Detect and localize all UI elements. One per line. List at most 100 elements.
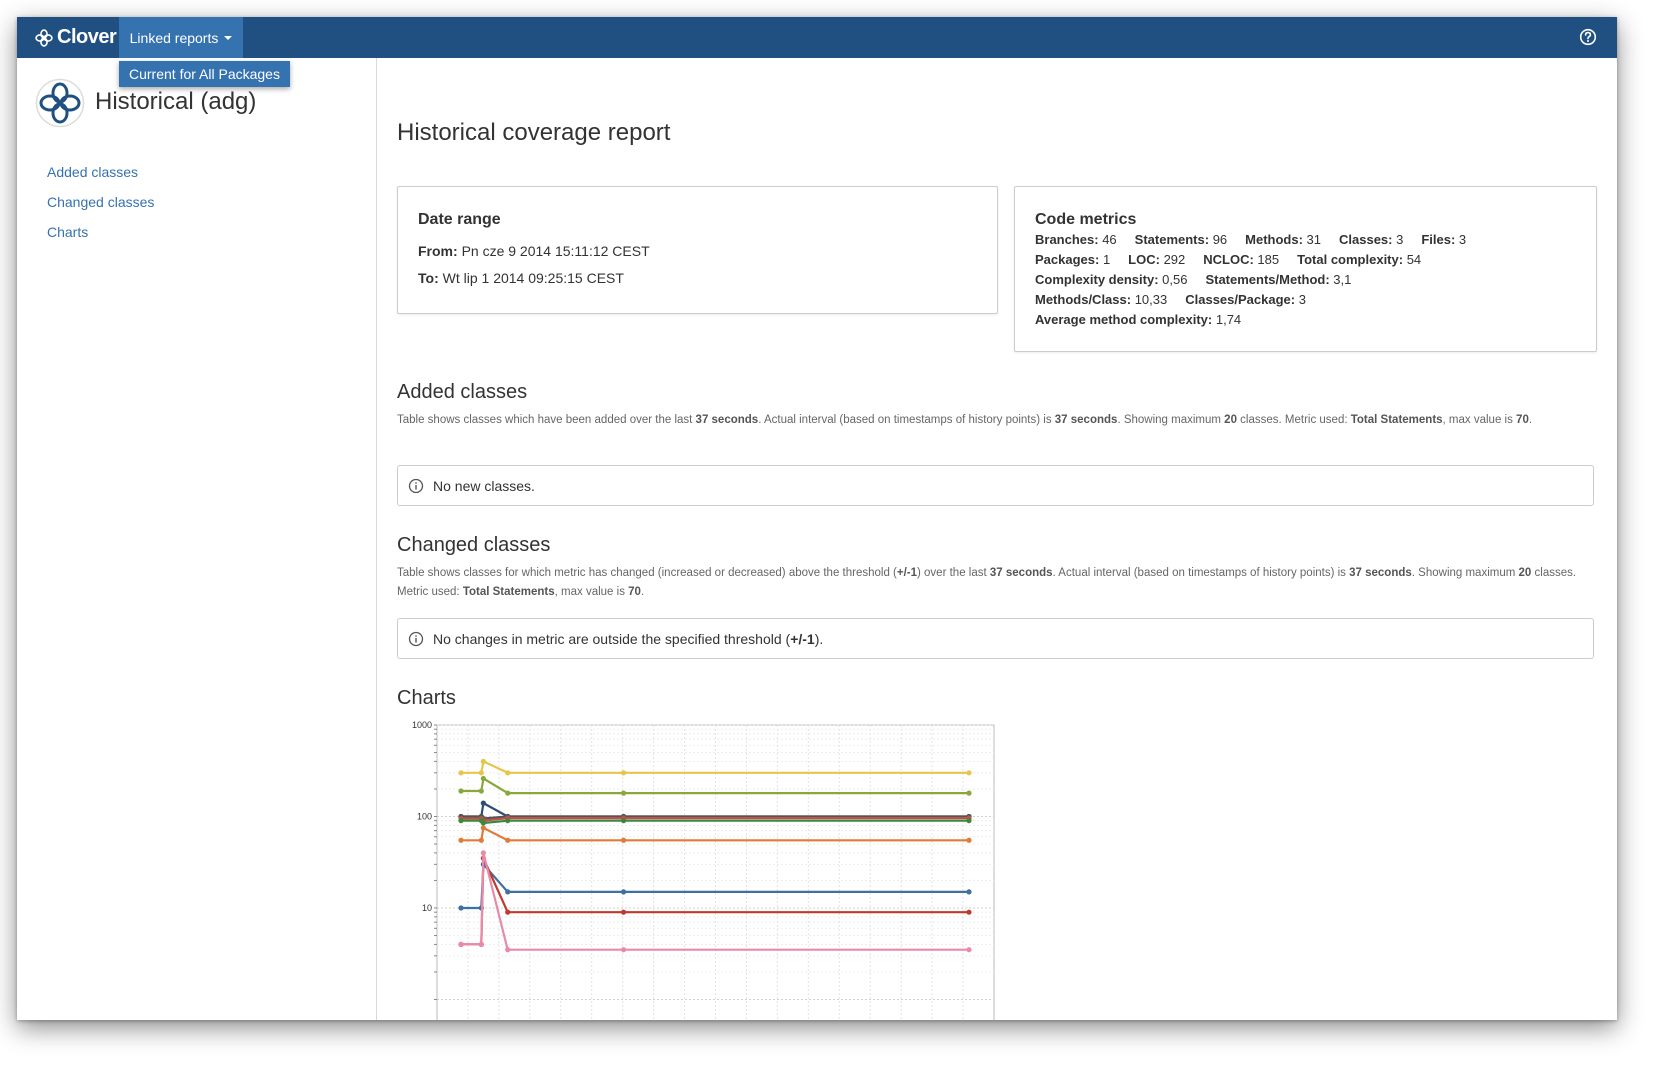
clover-logo-icon <box>35 78 85 128</box>
chart-point <box>480 820 486 826</box>
chart-point <box>480 825 486 831</box>
chart-point <box>505 837 511 843</box>
history-chart: 1000 100 10 <box>397 713 997 1020</box>
changed-desc-segment: ) over the last <box>917 567 990 579</box>
metric-value: 96 <box>1209 232 1228 247</box>
metric-value: 292 <box>1159 252 1186 267</box>
chart-point <box>620 909 627 915</box>
metric-label: LOC: <box>1128 252 1160 267</box>
metric-value: 1 <box>1099 252 1111 267</box>
added-desc-segment: Table shows classes which have been adde… <box>397 414 696 426</box>
changed-desc-segment: , max value is <box>554 586 629 598</box>
sidebar-link-added-classes[interactable]: Added classes <box>47 157 154 187</box>
metric-label: Average method complexity: <box>1035 312 1213 327</box>
added-desc-segment: . Showing maximum <box>1117 414 1225 426</box>
chart-point <box>620 947 627 953</box>
changed-desc-segment: 70 <box>628 586 641 598</box>
metric-value: 31 <box>1302 232 1322 247</box>
code-metrics-list: Branches: 46 Statements: 96 Methods: 31 Cla… <box>1035 230 1585 330</box>
chart-point <box>620 790 627 796</box>
date-to-value: Wt lip 1 2014 09:25:15 CEST <box>442 270 624 286</box>
date-range-panel: Date range From: Pn cze 9 2014 15:11:12 … <box>397 186 998 314</box>
chart-point <box>620 818 627 824</box>
code-metrics-panel: Code metrics Branches: 46 Statements: 96 M… <box>1014 186 1597 352</box>
added-desc-segment: . Actual interval (based on timestamps o… <box>758 414 1055 426</box>
metric-item: Methods/Class: 10,33 <box>1035 292 1167 307</box>
added-desc-segment: 37 seconds <box>695 414 759 426</box>
charts-heading: Charts <box>397 687 456 709</box>
added-desc-segment: Total Statements <box>1350 414 1443 426</box>
metric-value: 46 <box>1098 232 1117 247</box>
added-desc-segment: 70 <box>1516 414 1529 426</box>
chart-point <box>505 790 511 796</box>
added-desc-segment: classes. Metric used: <box>1236 414 1351 426</box>
changed-info-segment: No changes in metric are outside the spe… <box>433 630 791 647</box>
metric-item: Classes: 3 <box>1339 232 1403 247</box>
added-desc-segment: 37 seconds <box>1054 414 1118 426</box>
chart-point <box>478 837 484 843</box>
metric-value: 3 <box>1455 232 1467 247</box>
chart-point <box>458 905 464 911</box>
metric-value: 1,74 <box>1212 312 1242 327</box>
changed-desc-segment: +/-1 <box>896 567 918 579</box>
metric-label: Statements: <box>1134 232 1210 247</box>
chart-y-tick-label: 1000 <box>412 720 432 730</box>
metric-item: Classes/Package: 3 <box>1185 292 1306 307</box>
chart-point <box>458 818 464 824</box>
info-icon <box>408 631 424 646</box>
changed-classes-description: Table shows classes for which metric has… <box>397 564 1587 602</box>
sidebar-link-charts[interactable]: Charts <box>47 217 154 247</box>
changed-desc-segment: 37 seconds <box>989 567 1053 579</box>
info-icon <box>408 478 424 493</box>
metric-label: NCLOC: <box>1203 252 1254 267</box>
chart-point <box>480 775 486 782</box>
metric-value: 3,1 <box>1329 272 1352 287</box>
metric-item: Packages: 1 <box>1035 252 1110 267</box>
date-from-label: From: <box>418 243 458 259</box>
chart-point <box>478 941 484 948</box>
clover-logo-icon <box>35 28 53 47</box>
metric-item: LOC: 292 <box>1128 252 1185 267</box>
clover-brand[interactable]: Clover <box>35 17 117 58</box>
changed-desc-segment: Table shows classes for which metric has… <box>397 567 897 579</box>
help-icon[interactable] <box>1579 28 1597 46</box>
chart-point <box>966 947 972 953</box>
metrics-row: Methods/Class: 10,33 Classes/Package: 3 <box>1035 290 1585 310</box>
linked-reports-button[interactable]: Linked reports <box>119 17 243 58</box>
changed-desc-segment: 37 seconds <box>1349 567 1412 579</box>
changed-classes-info: No changes in metric are outside the spe… <box>397 618 1594 659</box>
metric-label: Methods/Class: <box>1035 292 1132 307</box>
code-metrics-title: Code metrics <box>1035 211 1137 228</box>
chart-point <box>966 909 972 915</box>
top-navbar: Clover Linked reports <box>17 17 1617 58</box>
added-classes-info: No new classes. <box>397 465 1594 506</box>
chart-point <box>480 758 486 765</box>
changed-desc-segment: . Showing maximum <box>1411 567 1519 579</box>
added-desc-segment: , max value is <box>1442 414 1517 426</box>
changed-desc-segment: 20 <box>1518 567 1532 579</box>
metric-item: Branches: 46 <box>1035 232 1117 247</box>
page-title: Historical coverage report <box>397 119 671 146</box>
sidebar-link-changed-classes[interactable]: Changed classes <box>47 187 154 217</box>
chart-point <box>458 941 464 948</box>
sidebar-title: Historical (adg) <box>95 88 257 115</box>
changed-classes-heading: Changed classes <box>397 534 551 556</box>
metric-label: Files: <box>1421 232 1456 247</box>
metrics-row: Branches: 46 Statements: 96 Methods: 31 Cla… <box>1035 230 1585 250</box>
chart-point <box>620 770 627 776</box>
sidebar: Historical (adg) Added classes Changed c… <box>17 58 377 1020</box>
metric-item: Complexity density: 0,56 <box>1035 272 1187 287</box>
browser-window: Clover Linked reports Current for All Pa… <box>17 17 1617 1020</box>
changed-desc-segment: Total Statements <box>462 586 555 598</box>
metric-item: Statements: 96 <box>1135 232 1228 247</box>
metrics-row: Average method complexity: 1,74 <box>1035 310 1585 330</box>
metric-label: Packages: <box>1035 252 1100 267</box>
chart-point <box>966 889 972 895</box>
chart-point <box>505 818 511 824</box>
changed-info-segment: ). <box>814 630 824 647</box>
chart-point <box>480 800 486 806</box>
chart-y-tick-label: 10 <box>422 903 432 913</box>
date-to-label: To: <box>418 270 439 286</box>
changed-desc-segment: . <box>640 586 645 598</box>
chart-point <box>966 837 972 843</box>
